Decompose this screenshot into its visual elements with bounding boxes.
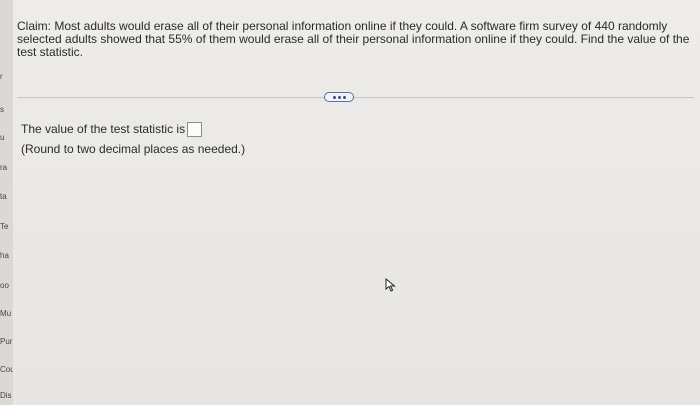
sidebar-fragment[interactable]: oo xyxy=(0,281,9,290)
sidebar-fragment[interactable]: Pur xyxy=(0,337,12,346)
sidebar-fragment[interactable]: r xyxy=(0,72,3,81)
sidebar-fragment[interactable]: u xyxy=(0,133,4,142)
section-divider xyxy=(17,97,694,98)
sidebar-fragment[interactable]: Dis xyxy=(0,391,12,400)
ellipsis-icon xyxy=(342,95,346,99)
sidebar-fragment[interactable]: Mu xyxy=(0,309,11,318)
answer-label: The value of the test statistic is xyxy=(21,122,186,136)
rounding-hint: (Round to two decimal places as needed.) xyxy=(21,142,246,156)
answer-input[interactable] xyxy=(187,122,203,137)
question-text: Claim: Most adults would erase all of th… xyxy=(17,19,690,59)
expand-more-button[interactable] xyxy=(324,92,354,102)
answer-row: The value of the test statistic is xyxy=(21,122,203,137)
ellipsis-icon xyxy=(332,95,336,99)
sidebar-fragment[interactable]: Cou xyxy=(0,365,13,374)
sidebar-fragment[interactable]: ra xyxy=(0,163,7,172)
sidebar-fragment[interactable]: Te xyxy=(0,222,8,231)
ellipsis-icon xyxy=(337,95,341,99)
left-sidebar-strip: r s u ra ta Te ha oo Mu Pur Cou Dis xyxy=(0,0,14,405)
mouse-pointer-icon xyxy=(385,278,396,292)
sidebar-fragment[interactable]: ta xyxy=(0,192,7,201)
question-panel: Claim: Most adults would erase all of th… xyxy=(13,0,700,405)
sidebar-fragment[interactable]: s xyxy=(0,105,4,114)
sidebar-fragment[interactable]: ha xyxy=(0,251,9,260)
